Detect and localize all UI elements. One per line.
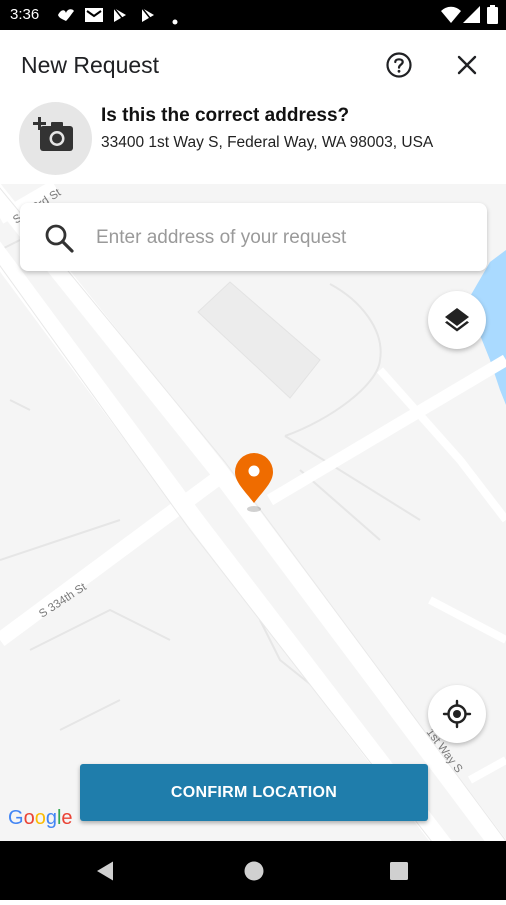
layers-icon <box>445 308 469 332</box>
map-layers-button[interactable] <box>428 291 486 349</box>
address-question: Is this the correct address? <box>101 105 350 126</box>
page-title: New Request <box>21 52 160 78</box>
address-search-input[interactable] <box>94 217 478 259</box>
address-panel: Is this the correct address? 33400 1st W… <box>0 102 506 184</box>
search-icon <box>44 223 74 258</box>
close-icon <box>457 55 477 75</box>
play-store-notification-icon-2 <box>140 7 156 28</box>
wifi-icon <box>441 6 461 28</box>
app-bar: New Request <box>0 30 506 102</box>
help-icon <box>386 52 412 78</box>
status-time: 3:36 <box>10 6 40 23</box>
signal-icon <box>463 6 480 28</box>
add-photo-button[interactable] <box>19 102 92 175</box>
my-location-button[interactable] <box>428 685 486 743</box>
bird-notification-icon <box>57 7 75 28</box>
mail-notification-icon <box>84 7 104 28</box>
battery-icon <box>487 5 498 29</box>
address-search-bar[interactable] <box>20 203 487 271</box>
close-button[interactable] <box>453 51 481 79</box>
google-logo: Google <box>8 807 73 829</box>
back-button[interactable] <box>97 861 113 881</box>
my-location-icon <box>442 699 472 729</box>
status-bar: 3:36 <box>0 0 506 30</box>
confirm-location-button[interactable]: CONFIRM LOCATION <box>80 764 428 821</box>
more-notifications-dot-icon <box>172 12 178 30</box>
add-photo-icon <box>33 117 73 151</box>
home-button[interactable] <box>244 861 264 881</box>
recents-button[interactable] <box>390 862 408 880</box>
play-store-notification-icon <box>112 7 128 28</box>
address-value: 33400 1st Way S, Federal Way, WA 98003, … <box>101 134 434 151</box>
system-navigation-bar <box>0 841 506 900</box>
help-button[interactable] <box>384 50 414 80</box>
